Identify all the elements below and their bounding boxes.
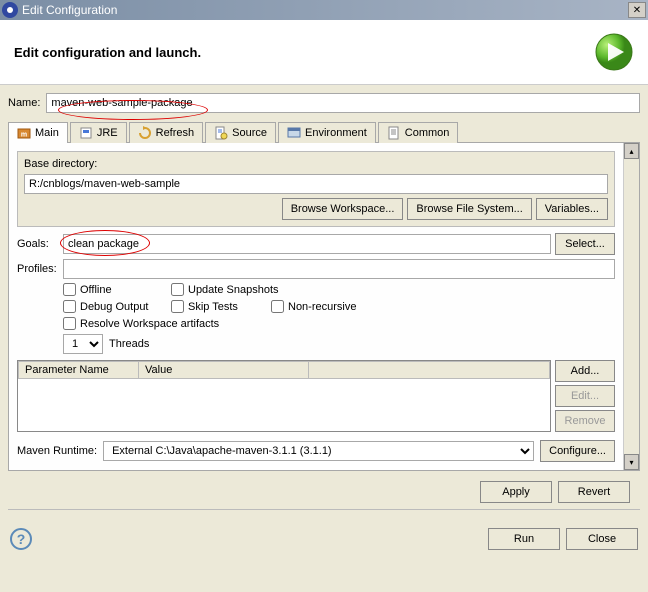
update-snapshots-checkbox[interactable]: [171, 283, 184, 296]
environment-icon: [287, 126, 301, 140]
name-label: Name:: [8, 97, 40, 109]
browse-workspace-button[interactable]: Browse Workspace...: [282, 198, 404, 220]
threads-select[interactable]: 1: [63, 334, 103, 354]
help-icon[interactable]: ?: [10, 528, 32, 550]
tab-source[interactable]: Source: [205, 122, 276, 143]
parameter-table[interactable]: Parameter Name Value: [17, 360, 551, 432]
remove-button[interactable]: Remove: [555, 410, 615, 432]
eclipse-icon: [2, 2, 18, 18]
select-button[interactable]: Select...: [555, 233, 615, 255]
header: Edit configuration and launch.: [0, 20, 648, 85]
tab-panel-main: ▴ ▾ Base directory: Browse Workspace... …: [8, 143, 640, 471]
base-directory-label: Base directory:: [24, 158, 97, 170]
scrollbar-vertical[interactable]: ▴ ▾: [623, 143, 639, 470]
window-close-button[interactable]: ✕: [628, 2, 646, 18]
jre-icon: [79, 126, 93, 140]
tab-environment[interactable]: Environment: [278, 122, 376, 143]
param-value-header: Value: [139, 362, 309, 379]
configure-button[interactable]: Configure...: [540, 440, 615, 462]
run-button[interactable]: Run: [488, 528, 560, 550]
param-name-header: Parameter Name: [19, 362, 139, 379]
tab-main[interactable]: m Main: [8, 122, 68, 143]
goals-input[interactable]: [63, 234, 551, 254]
tab-jre[interactable]: JRE: [70, 122, 127, 143]
offline-checkbox[interactable]: [63, 283, 76, 296]
profiles-input[interactable]: [63, 259, 615, 279]
run-icon: [594, 32, 634, 72]
scroll-up-icon[interactable]: ▴: [624, 143, 639, 159]
tab-common[interactable]: Common: [378, 122, 459, 143]
goals-label: Goals:: [17, 238, 59, 250]
tab-refresh[interactable]: Refresh: [129, 122, 204, 143]
common-icon: [387, 126, 401, 140]
title-bar: Edit Configuration ✕: [0, 0, 648, 20]
resolve-workspace-checkbox[interactable]: [63, 317, 76, 330]
window-title: Edit Configuration: [22, 3, 628, 17]
threads-label: Threads: [109, 338, 149, 350]
debug-output-checkbox[interactable]: [63, 300, 76, 313]
scroll-down-icon[interactable]: ▾: [624, 454, 639, 470]
base-directory-input[interactable]: [24, 174, 608, 194]
variables-button[interactable]: Variables...: [536, 198, 608, 220]
name-input[interactable]: [46, 93, 640, 113]
apply-button[interactable]: Apply: [480, 481, 552, 503]
close-button[interactable]: Close: [566, 528, 638, 550]
edit-button[interactable]: Edit...: [555, 385, 615, 407]
skip-tests-checkbox[interactable]: [171, 300, 184, 313]
header-title: Edit configuration and launch.: [14, 45, 594, 60]
source-icon: [214, 126, 228, 140]
maven-runtime-label: Maven Runtime:: [17, 445, 97, 457]
non-recursive-checkbox[interactable]: [271, 300, 284, 313]
maven-runtime-select[interactable]: External C:\Java\apache-maven-3.1.1 (3.1…: [103, 441, 534, 461]
profiles-label: Profiles:: [17, 263, 59, 275]
browse-filesystem-button[interactable]: Browse File System...: [407, 198, 531, 220]
svg-text:m: m: [21, 132, 27, 139]
maven-icon: m: [17, 126, 31, 140]
tabs: m Main JRE Refresh Source Environment Co…: [8, 121, 640, 143]
add-button[interactable]: Add...: [555, 360, 615, 382]
refresh-icon: [138, 126, 152, 140]
revert-button[interactable]: Revert: [558, 481, 630, 503]
